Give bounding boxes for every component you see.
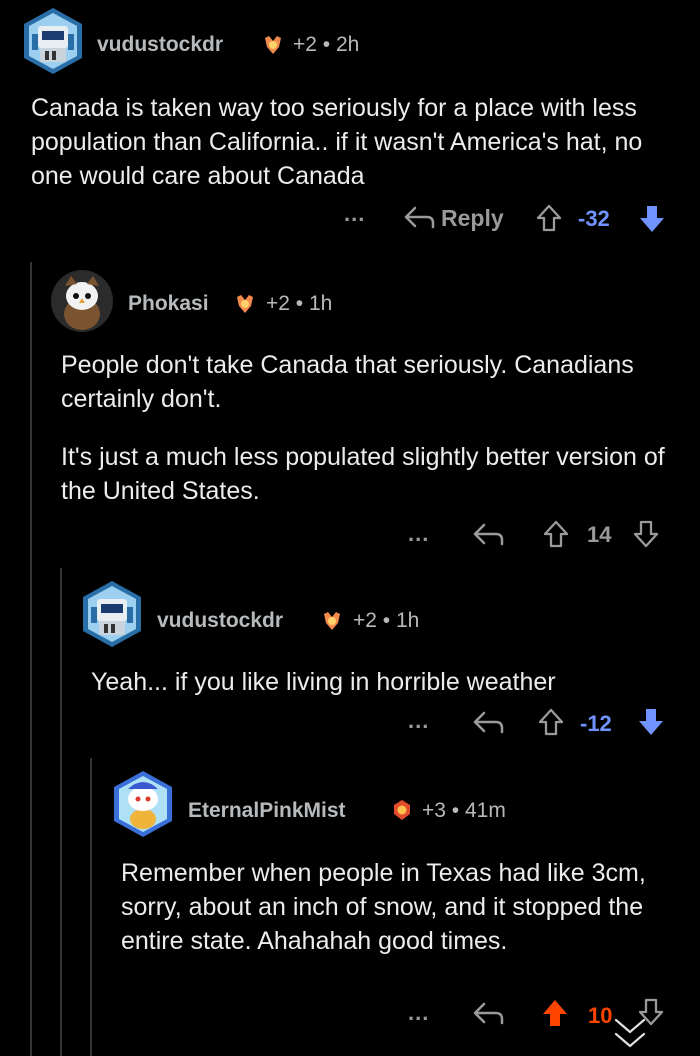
scroll-down-chevron-icon[interactable] — [610, 1016, 650, 1052]
comment-paragraph: Remember when people in Texas had like 3… — [121, 859, 646, 955]
award-icon — [237, 295, 253, 313]
more-options-button[interactable]: ... — [408, 521, 429, 547]
comment-body: Remember when people in Texas had like 3… — [121, 856, 681, 958]
more-options-button[interactable]: ... — [408, 708, 429, 734]
snoo-avatar-icon — [114, 771, 172, 837]
thread-line-level-2[interactable] — [60, 568, 62, 1056]
more-options-button[interactable]: ... — [408, 1000, 429, 1026]
vote-score: 14 — [587, 522, 612, 547]
comment-time: 2h — [336, 33, 360, 56]
comment-paragraph: People don't take Canada that seriously.… — [61, 351, 634, 413]
user-avatar[interactable] — [51, 270, 113, 332]
reply-button[interactable]: Reply — [441, 205, 504, 232]
upvote-arrow-icon[interactable] — [536, 204, 562, 232]
vote-score: -12 — [580, 711, 612, 736]
robot-avatar-icon — [24, 8, 82, 74]
comment-time: 41m — [465, 799, 506, 822]
downvote-arrow-icon[interactable] — [637, 707, 665, 737]
karma-badge: +3 — [422, 799, 446, 822]
karma-badge: +2 — [293, 33, 317, 56]
vote-score: 10 — [588, 1003, 613, 1028]
separator-dot: • — [295, 292, 304, 315]
comment-meta: +2 • 1h — [266, 292, 332, 316]
username[interactable]: Phokasi — [128, 292, 209, 316]
reply-arrow-icon[interactable] — [472, 1001, 504, 1027]
user-avatar[interactable] — [108, 769, 178, 839]
upvote-arrow-icon[interactable] — [538, 708, 564, 736]
upvote-arrow-icon[interactable] — [543, 520, 569, 548]
comment-body: Yeah... if you like living in horrible w… — [91, 665, 681, 699]
comment-time: 1h — [309, 292, 333, 315]
username[interactable]: EternalPinkMist — [188, 799, 346, 823]
downvote-arrow-icon[interactable] — [638, 204, 666, 234]
comment-paragraph: Yeah... if you like living in horrible w… — [91, 668, 556, 696]
comment-body: Canada is taken way too seriously for a … — [31, 91, 681, 193]
username[interactable]: vudustockdr — [97, 33, 223, 57]
award-icon — [324, 612, 340, 630]
comment-meta: +2 • 2h — [293, 33, 359, 57]
upvote-arrow-icon[interactable] — [541, 998, 569, 1028]
thread-line-level-1[interactable] — [30, 262, 32, 1056]
comment-paragraph: Canada is taken way too seriously for a … — [31, 94, 643, 190]
more-options-button[interactable]: ... — [344, 201, 365, 227]
reply-arrow-icon[interactable] — [472, 710, 504, 736]
reply-arrow-icon[interactable] — [403, 205, 435, 231]
comment-meta: +2 • 1h — [353, 609, 419, 633]
comment-body: People don't take Canada that seriously.… — [61, 348, 676, 508]
thread-line-level-3[interactable] — [90, 758, 92, 1056]
username[interactable]: vudustockdr — [157, 609, 283, 633]
comment-meta: +3 • 41m — [422, 799, 506, 823]
comment-time: 1h — [396, 609, 420, 632]
user-avatar[interactable] — [18, 6, 88, 76]
separator-dot: • — [382, 609, 391, 632]
user-avatar[interactable] — [77, 579, 147, 649]
separator-dot: • — [451, 799, 460, 822]
karma-badge: +2 — [353, 609, 377, 632]
robot-avatar-icon — [83, 581, 141, 647]
separator-dot: • — [322, 33, 331, 56]
downvote-arrow-icon[interactable] — [633, 520, 659, 548]
vote-score: -32 — [578, 206, 610, 231]
award-icon — [265, 36, 281, 54]
owl-avatar-icon — [64, 276, 100, 330]
karma-badge: +2 — [266, 292, 290, 315]
comment-paragraph: It's just a much less populated slightly… — [61, 443, 665, 505]
reply-arrow-icon[interactable] — [472, 522, 504, 548]
award-icon — [394, 800, 410, 820]
